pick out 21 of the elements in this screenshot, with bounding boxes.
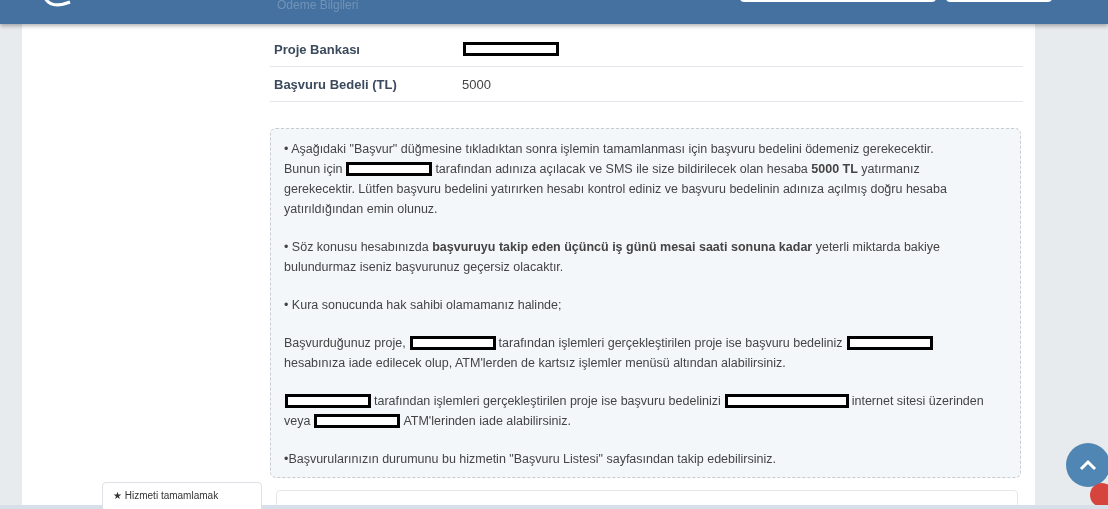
notice-text: bulundurmaz iseniz başvurunuz geçersiz olacaktır.: [284, 259, 564, 276]
notice-text: • Aşağıdaki "Başvur" düğmesine tıkladıktan sonra işlemin tamamlanması için başvuru bedelini ödemeniz gerekecektir.: [284, 141, 934, 158]
notice-text: • Kura sonucunda hak sahibi olamamanız halinde;: [284, 297, 562, 314]
sidebar-card-label: ★ Hizmeti tamamlamak: [113, 490, 219, 501]
notice-text: Bunun için: [284, 161, 343, 178]
notice-text: hesabınıza iade edilecek olup, ATM'lerden de kartsız işlemler menüsü altından alabilirsiniz.: [284, 355, 786, 372]
notice-text: tarafından işlemleri gerçekleştirilen proje ise başvuru bedelinizi: [374, 393, 721, 410]
notice-text: internet sitesi üzerinden: [851, 393, 984, 410]
notice-text: gerekecektir. Lütfen başvuru bedelini yatırırken hesabı kontrol ediniz ve başvuru bedelinin adınıza açılmış doğru hesaba: [284, 181, 947, 198]
notice-text: •Başvurularınızın durumunu bu hizmetin "Başvuru Listesi" sayfasından takip edebilirsiniz.: [284, 451, 776, 468]
sidebar-card[interactable]: ★ Hizmeti tamamlamak: [102, 482, 262, 509]
notice-text: veya: [284, 413, 311, 430]
field-value: 5000: [462, 76, 491, 92]
notice-text: ATM'lerinden iade alabilirsiniz.: [403, 413, 571, 430]
notice-text: yatırıldığından emin olunuz.: [284, 201, 438, 218]
field-label: Başvuru Bedeli (TL): [273, 76, 398, 92]
notice-text: • Söz konusu hesabınızda başvuruyu takip eden üçüncü iş günü mesai saati sonuna kadar yeterli miktarda bakiye: [284, 239, 941, 256]
notice-text: tarafından işlemleri gerçekleştirilen proje ise başvuru bedeliniz: [498, 335, 843, 352]
notice-text: tarafından adınıza açılacak ve SMS ile size bildirilecek olan hesaba 5000 TL yatırmanız: [435, 161, 920, 178]
notice-text: Başvurduğunuz proje,: [284, 335, 406, 352]
field-label: Proje Bankası: [273, 41, 361, 57]
